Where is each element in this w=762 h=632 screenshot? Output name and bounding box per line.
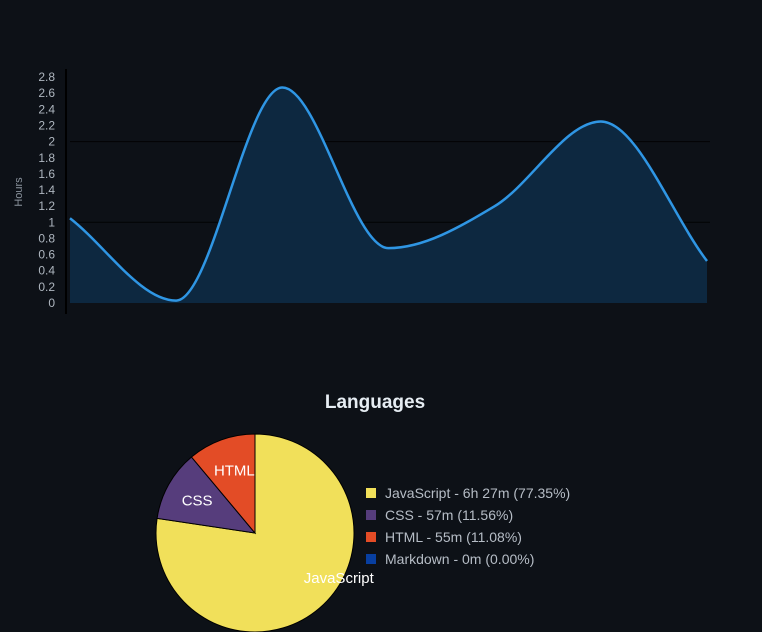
y-tick-label: 0.8 xyxy=(38,231,55,245)
y-tick-label: 1.4 xyxy=(38,183,55,197)
legend-label: HTML - 55m (11.08%) xyxy=(385,529,522,545)
legend-swatch xyxy=(365,509,377,521)
y-tick-label: 1.6 xyxy=(38,167,55,181)
pie-slice-label: JavaScript xyxy=(304,570,375,587)
pie-slice-label: HTML xyxy=(214,463,255,480)
legend-item-html[interactable]: HTML - 55m (11.08%) xyxy=(365,526,570,548)
legend-item-javascript[interactable]: JavaScript - 6h 27m (77.35%) xyxy=(365,482,570,504)
y-tick-label: 2 xyxy=(48,135,55,149)
y-tick-label: 0.4 xyxy=(38,264,55,278)
legend-item-markdown[interactable]: Markdown - 0m (0.00%) xyxy=(365,548,570,570)
legend-swatch xyxy=(365,487,377,499)
stage: 0 0.2 0.4 0.6 0.8 1 1.2 1.4 1.6 1.8 2 2.2 2.4 2.6 2.8 … xyxy=(0,0,762,632)
hours-area-fill xyxy=(70,87,707,303)
y-tick-label: 2.6 xyxy=(38,86,55,100)
legend-swatch xyxy=(365,531,377,543)
languages-legend: JavaScript - 6h 27m (77.35%) CSS - 57m (1… xyxy=(365,482,570,570)
languages-section: JavaScript CSS HTML Languages JavaScript -… xyxy=(0,380,762,632)
y-tick-label: 0.2 xyxy=(38,280,55,294)
y-tick-label: 2.8 xyxy=(38,70,55,84)
y-tick-label: 2.2 xyxy=(38,118,55,132)
y-tick-label: 0.6 xyxy=(38,248,55,262)
y-tick-label: 1.2 xyxy=(38,199,55,213)
pie-slice-label: CSS xyxy=(182,493,213,510)
y-tick-label: 2.4 xyxy=(38,102,55,116)
y-axis: 0 0.2 0.4 0.6 0.8 1 1.2 1.4 1.6 1.8 2 2.2 2.4 2.6 2.8 xyxy=(38,70,55,310)
y-tick-label: 1 xyxy=(48,215,55,229)
legend-label: JavaScript - 6h 27m (77.35%) xyxy=(385,485,571,501)
languages-title: Languages xyxy=(324,392,426,413)
legend-item-css[interactable]: CSS - 57m (11.56%) xyxy=(365,504,570,526)
y-axis-label: Hours xyxy=(13,177,25,207)
legend-label: Markdown - 0m (0.00%) xyxy=(385,551,535,567)
legend-swatch xyxy=(365,553,377,565)
y-tick-label: 1.8 xyxy=(38,151,55,165)
hours-area-chart: 00.20.40.60.811.21.41.61.822.22.42.62.8 … xyxy=(13,69,710,314)
y-tick-label: 0 xyxy=(48,296,55,310)
legend-label: CSS - 57m (11.56%) xyxy=(385,507,514,523)
